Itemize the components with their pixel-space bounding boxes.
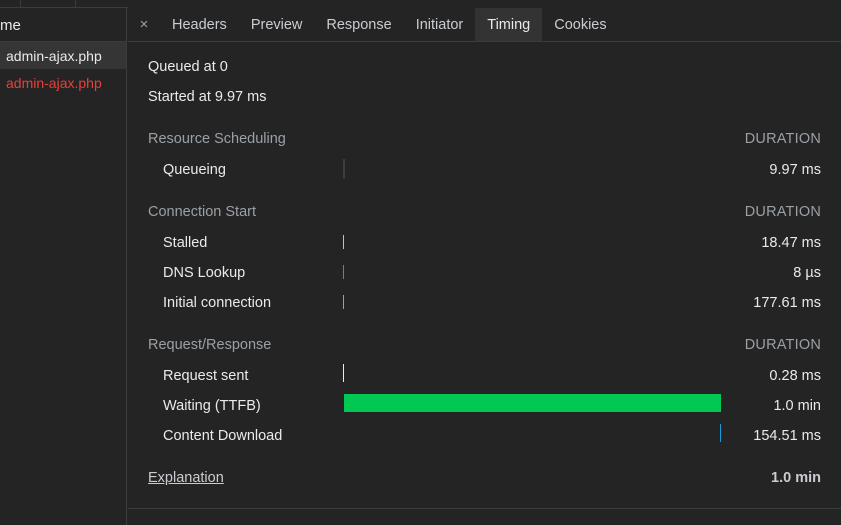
started-at-text: Started at 9.97 ms (148, 89, 267, 105)
total-duration: 1.0 min (771, 470, 821, 486)
timing-row-value: 18.47 ms (761, 235, 821, 251)
timing-row-label: Waiting (TTFB) (163, 398, 261, 414)
request-detail-panel: × Headers Preview Response Initiator Tim… (128, 8, 841, 518)
tab-initiator[interactable]: Initiator (404, 8, 476, 41)
timing-row-label: Initial connection (163, 295, 272, 311)
timing-row-label: DNS Lookup (163, 265, 246, 281)
close-icon[interactable]: × (128, 8, 160, 41)
section-title: Resource Scheduling (148, 131, 286, 147)
duration-header: DURATION (744, 337, 821, 353)
timing-bar-track (343, 159, 721, 179)
timing-row-label: Stalled (163, 235, 208, 251)
explanation-link[interactable]: Explanation (148, 470, 224, 486)
timing-bar (343, 159, 345, 179)
tab-headers[interactable]: Headers (160, 8, 239, 41)
devtools-network-window: me admin-ajax.php admin-ajax.php × Heade… (0, 0, 841, 525)
duration-header: DURATION (744, 131, 821, 147)
timing-row-value: 0.28 ms (769, 368, 821, 384)
timing-bar-track (343, 394, 721, 414)
timing-bar (343, 265, 344, 279)
tab-preview[interactable]: Preview (239, 8, 315, 41)
tab-cookies[interactable]: Cookies (542, 8, 618, 41)
timing-row-label: Content Download (163, 428, 283, 444)
tab-response[interactable]: Response (314, 8, 403, 41)
request-row[interactable]: admin-ajax.php (0, 69, 126, 96)
section-title: Request/Response (148, 337, 272, 353)
timing-row-value: 8 µs (793, 265, 821, 281)
timing-row-label: Queueing (163, 162, 226, 178)
divider (128, 508, 841, 509)
timing-bar (343, 364, 344, 382)
column-divider (20, 0, 21, 8)
tab-timing[interactable]: Timing (475, 8, 543, 41)
timing-bar-track (343, 424, 721, 444)
timing-view: Queued at 0 Started at 9.97 ms Resource … (128, 42, 841, 518)
detail-tab-bar: × Headers Preview Response Initiator Tim… (128, 8, 841, 42)
timing-row-value: 9.97 ms (769, 162, 821, 178)
column-divider (75, 0, 76, 8)
request-list-panel: me admin-ajax.php admin-ajax.php (0, 8, 127, 525)
request-row[interactable]: admin-ajax.php (0, 42, 126, 69)
name-column-header[interactable]: me (0, 8, 126, 42)
timing-bar (343, 295, 344, 309)
timing-bar-track (343, 364, 721, 384)
timing-bar-track (343, 232, 721, 252)
timing-bar (720, 424, 721, 442)
timing-bar-track (343, 262, 721, 282)
section-title: Connection Start (148, 204, 257, 220)
timing-bar-track (343, 292, 721, 312)
timing-bar (344, 394, 721, 412)
timing-row-value: 154.51 ms (753, 428, 821, 444)
timing-row-value: 177.61 ms (753, 295, 821, 311)
queued-at-text: Queued at 0 (148, 59, 228, 75)
timing-bar (343, 235, 344, 249)
column-header-strip (0, 0, 128, 8)
duration-header: DURATION (744, 204, 821, 220)
timing-row-label: Request sent (163, 368, 249, 384)
timing-row-value: 1.0 min (773, 398, 821, 414)
